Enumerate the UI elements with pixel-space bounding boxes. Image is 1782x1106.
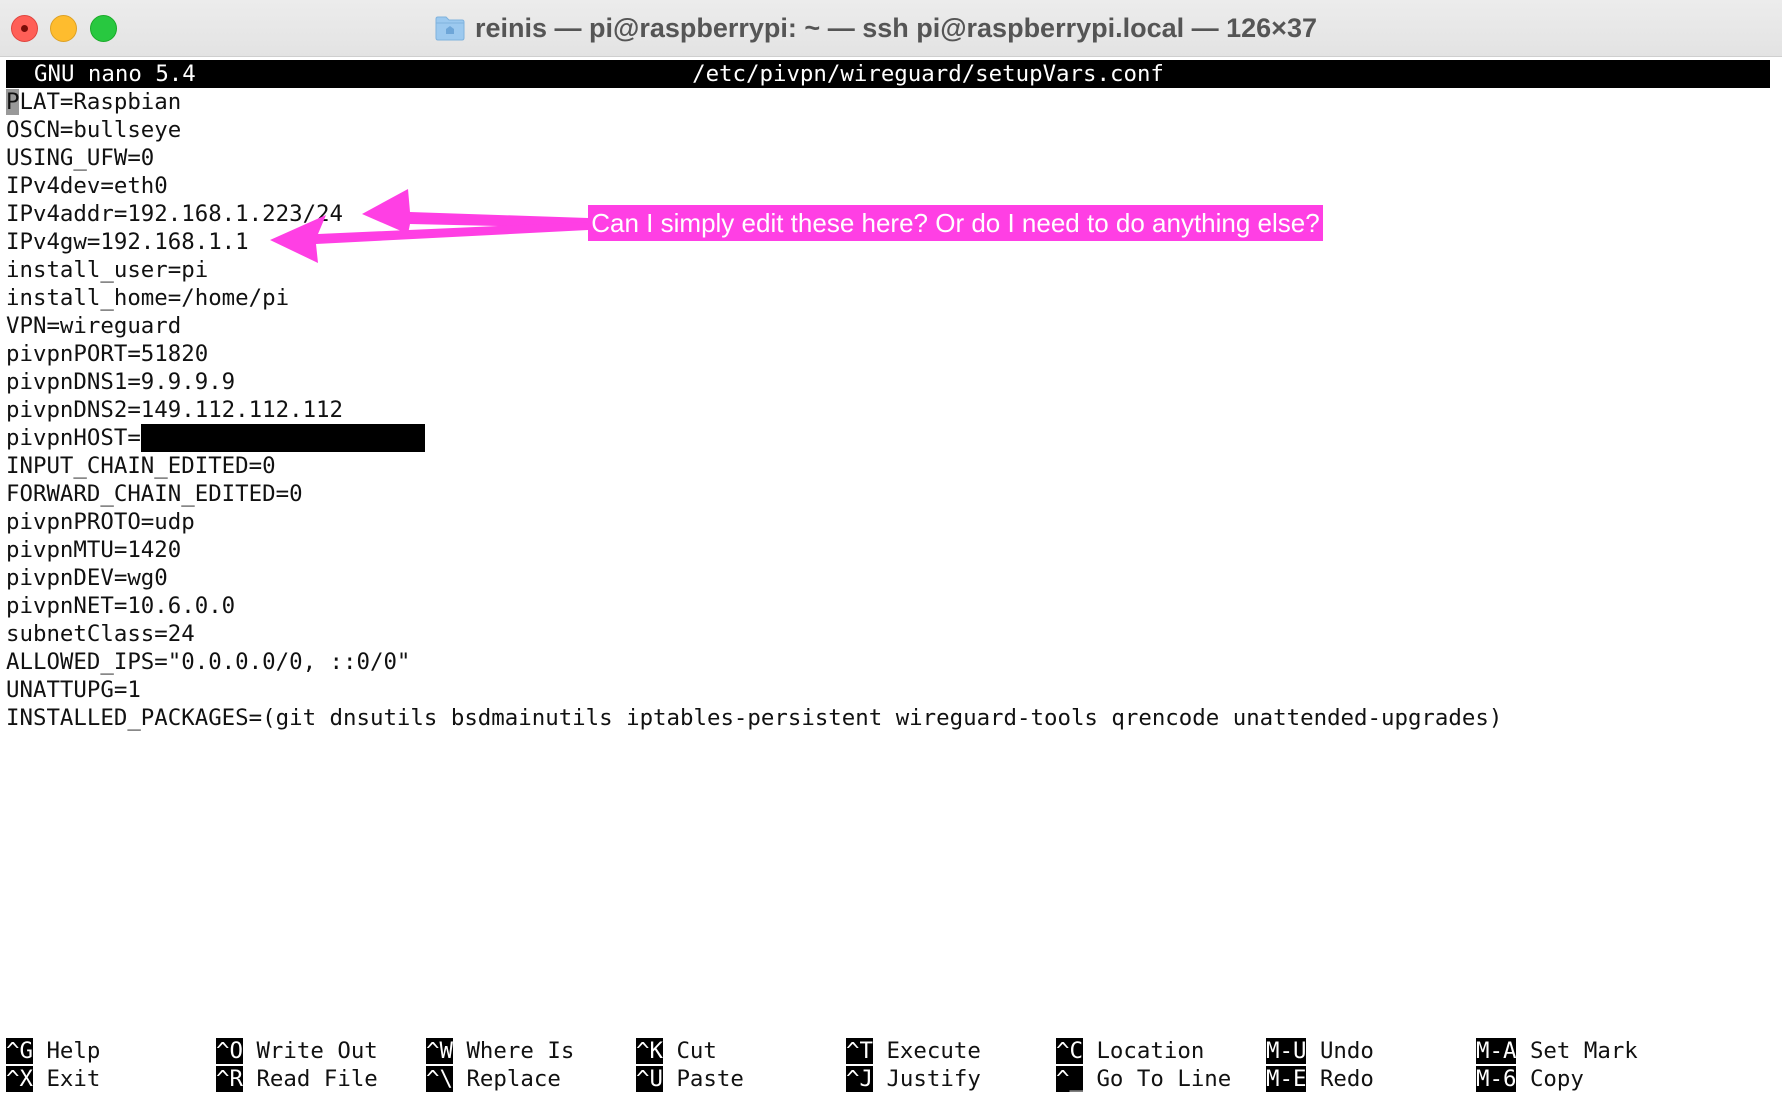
editor-line[interactable]: install_user=pi xyxy=(6,256,1770,284)
editor-line[interactable]: pivpnNET=10.6.0.0 xyxy=(6,592,1770,620)
title-container: reinis — pi@raspberrypi: ~ — ssh pi@rasp… xyxy=(0,0,1782,56)
nano-filename: /etc/pivpn/wireguard/setupVars.conf xyxy=(692,61,1164,87)
terminal-window: reinis — pi@raspberrypi: ~ — ssh pi@rasp… xyxy=(0,0,1782,1106)
editor-line[interactable]: pivpnPORT=51820 xyxy=(6,340,1770,368)
editor-line-cursor[interactable]: PLAT=Raspbian xyxy=(6,88,1770,116)
title-bar[interactable]: reinis — pi@raspberrypi: ~ — ssh pi@rasp… xyxy=(0,0,1782,57)
shortcut-key: ^O xyxy=(216,1038,243,1064)
shortcut-key: ^_ xyxy=(1056,1066,1083,1092)
editor-line[interactable]: USING_UFW=0 xyxy=(6,144,1770,172)
shortcut-copy[interactable]: M-6 Copy xyxy=(1476,1065,1584,1093)
shortcut-where-is[interactable]: ^W Where Is xyxy=(426,1037,574,1065)
shortcut-key: M-A xyxy=(1476,1038,1517,1064)
shortcut-key: M-U xyxy=(1266,1038,1307,1064)
editor-line[interactable]: INSTALLED_PACKAGES=(git dnsutils bsdmain… xyxy=(6,704,1770,732)
editor-line-pivpnhost[interactable]: pivpnHOST= xyxy=(6,424,1770,452)
shortcut-set-mark[interactable]: M-A Set Mark xyxy=(1476,1037,1638,1065)
shortcut-help[interactable]: ^G Help xyxy=(6,1037,100,1065)
shortcut-label: Go To Line xyxy=(1096,1066,1232,1092)
shortcut-label: Set Mark xyxy=(1529,1038,1638,1064)
shortcut-location[interactable]: ^C Location xyxy=(1056,1037,1204,1065)
nano-header-bar: /etc/pivpn/wireguard/setupVars.conf GNU … xyxy=(6,60,1770,88)
editor-line[interactable]: pivpnDNS2=149.112.112.112 xyxy=(6,396,1770,424)
shortcut-key: ^U xyxy=(636,1066,663,1092)
editor-line[interactable]: ALLOWED_IPS="0.0.0.0/0, ::0/0" xyxy=(6,648,1770,676)
shortcut-label: Read File xyxy=(256,1066,378,1092)
editor-line[interactable]: UNATTUPG=1 xyxy=(6,676,1770,704)
shortcut-key: M-E xyxy=(1266,1066,1307,1092)
shortcut-key: ^X xyxy=(6,1066,33,1092)
editor-line[interactable]: INPUT_CHAIN_EDITED=0 xyxy=(6,452,1770,480)
shortcut-key: ^R xyxy=(216,1066,243,1092)
editor-line[interactable]: IPv4dev=eth0 xyxy=(6,172,1770,200)
shortcut-key: ^W xyxy=(426,1038,453,1064)
nano-shortcut-bar: ^G Help ^X Exit ^O Write Out ^R Read Fil… xyxy=(6,1037,1770,1093)
shortcut-key: ^K xyxy=(636,1038,663,1064)
shortcut-key: ^G xyxy=(6,1038,33,1064)
editor-line[interactable]: pivpnDEV=wg0 xyxy=(6,564,1770,592)
shortcut-execute[interactable]: ^T Execute xyxy=(846,1037,981,1065)
line-text: pivpnHOST= xyxy=(6,425,141,451)
shortcut-key: ^C xyxy=(1056,1038,1083,1064)
nano-version: GNU nano 5.4 xyxy=(34,61,196,87)
shortcut-key: M-6 xyxy=(1476,1066,1517,1092)
shortcut-go-to-line[interactable]: ^_ Go To Line xyxy=(1056,1065,1231,1093)
shortcut-label: Write Out xyxy=(256,1038,378,1064)
shortcut-cut[interactable]: ^K Cut xyxy=(636,1037,717,1065)
shortcut-label: Paste xyxy=(676,1066,744,1092)
shortcut-label: Help xyxy=(46,1038,101,1064)
shortcut-redo[interactable]: M-E Redo xyxy=(1266,1065,1374,1093)
editor-line[interactable]: VPN=wireguard xyxy=(6,312,1770,340)
shortcut-label: Copy xyxy=(1529,1066,1584,1092)
shortcut-label: Undo xyxy=(1319,1038,1374,1064)
shortcut-exit[interactable]: ^X Exit xyxy=(6,1065,100,1093)
shortcut-label: Execute xyxy=(886,1038,981,1064)
editor-line[interactable]: subnetClass=24 xyxy=(6,620,1770,648)
shortcut-write-out[interactable]: ^O Write Out xyxy=(216,1037,378,1065)
text-cursor: P xyxy=(6,89,20,115)
editor-line[interactable]: pivpnDNS1=9.9.9.9 xyxy=(6,368,1770,396)
editor-line[interactable]: FORWARD_CHAIN_EDITED=0 xyxy=(6,480,1770,508)
shortcut-replace[interactable]: ^\ Replace xyxy=(426,1065,561,1093)
shortcut-read-file[interactable]: ^R Read File xyxy=(216,1065,378,1093)
shortcut-label: Justify xyxy=(886,1066,981,1092)
line-text: LAT=Raspbian xyxy=(19,89,182,115)
shortcut-label: Redo xyxy=(1319,1066,1374,1092)
shortcut-label: Where Is xyxy=(466,1038,575,1064)
editor-line[interactable]: pivpnMTU=1420 xyxy=(6,536,1770,564)
editor-area[interactable]: PLAT=Raspbian OSCN=bullseye USING_UFW=0 … xyxy=(6,88,1770,732)
annotation-text: Can I simply edit these here? Or do I ne… xyxy=(591,207,1320,238)
redacted-block xyxy=(140,424,425,452)
editor-line[interactable]: OSCN=bullseye xyxy=(6,116,1770,144)
shortcut-label: Cut xyxy=(676,1038,717,1064)
shortcut-undo[interactable]: M-U Undo xyxy=(1266,1037,1374,1065)
editor-line[interactable]: pivpnPROTO=udp xyxy=(6,508,1770,536)
shortcut-key: ^J xyxy=(846,1066,873,1092)
shortcut-key: ^\ xyxy=(426,1066,453,1092)
annotation-callout: Can I simply edit these here? Or do I ne… xyxy=(588,205,1323,241)
editor-line[interactable]: install_home=/home/pi xyxy=(6,284,1770,312)
window-title: reinis — pi@raspberrypi: ~ — ssh pi@rasp… xyxy=(475,12,1317,43)
shortcut-paste[interactable]: ^U Paste xyxy=(636,1065,744,1093)
home-folder-icon xyxy=(435,16,465,41)
shortcut-label: Exit xyxy=(46,1066,101,1092)
shortcut-label: Replace xyxy=(466,1066,561,1092)
shortcut-label: Location xyxy=(1096,1038,1205,1064)
shortcut-justify[interactable]: ^J Justify xyxy=(846,1065,981,1093)
shortcut-key: ^T xyxy=(846,1038,873,1064)
